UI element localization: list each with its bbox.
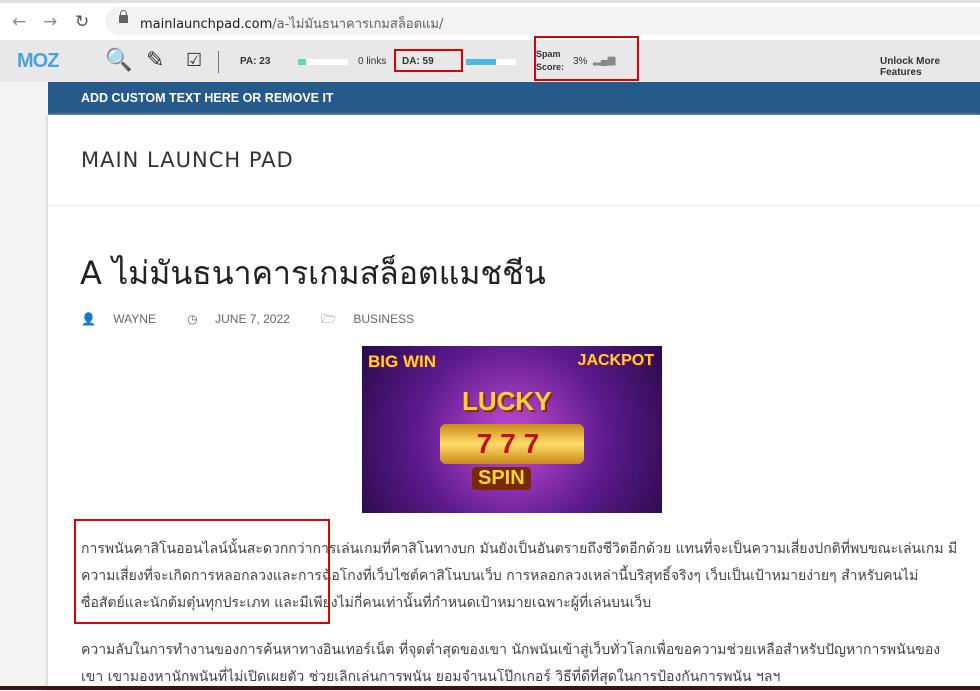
top-banner: ADD CUSTOM TEXT HERE OR REMOVE IT: [48, 82, 980, 115]
date-text: JUNE 7, 2022: [215, 312, 290, 326]
moz-logo: MOZ: [17, 50, 59, 72]
author: WAYNE: [113, 312, 156, 326]
url-path: /a-ไม่มันธนาคารเกมสล็อตแม/: [272, 17, 444, 32]
bottom-edge: [0, 686, 980, 690]
da-bar: [466, 59, 516, 65]
pencil-icon[interactable]: ✎: [146, 47, 164, 73]
featured-image: BIG WIN JACKPOT LUCKY 777 SPIN: [362, 346, 662, 513]
browser-toolbar: ← → ↻ mainlaunchpad.com/a-ไม่มันธนาคารเก…: [0, 0, 980, 40]
page-authority: PA: 23: [240, 56, 271, 67]
highlight-box: [534, 36, 639, 81]
back-icon[interactable]: ←: [12, 12, 26, 32]
moz-toolbar: MOZ 🔍 ✎ ☑ PA: 23 0 links DA: 59 Spam Sco…: [0, 36, 980, 82]
reload-icon[interactable]: ↻: [75, 12, 89, 32]
highlight-box: [74, 519, 330, 624]
keyword-icon[interactable]: ☑: [186, 50, 202, 71]
category-link[interactable]: 🗁 BUSINESS: [321, 312, 428, 326]
divider: [48, 205, 980, 206]
paragraph-2: ความลับในการทำงานของการค้นหาทางอินเทอร์เ…: [81, 642, 941, 685]
url-host: mainlaunchpad.com: [140, 17, 273, 32]
post-title: A ไม่มันธนาคารเกมสล็อตแมชชีน: [80, 254, 546, 292]
highlight-box: [394, 49, 463, 72]
clock-icon: ◷: [187, 312, 202, 326]
forward-icon[interactable]: →: [43, 12, 57, 32]
site-title[interactable]: MAIN LAUNCH PAD: [81, 148, 294, 172]
date[interactable]: ◷ JUNE 7, 2022: [187, 312, 304, 326]
pa-bar: [298, 59, 348, 65]
address-bar[interactable]: mainlaunchpad.com/a-ไม่มันธนาคารเกมสล็อต…: [105, 7, 980, 35]
unlock-features-link[interactable]: Unlock More Features: [880, 56, 980, 78]
links-count[interactable]: 0 links: [358, 56, 386, 67]
divider: [218, 51, 219, 73]
user-icon: 👤: [81, 312, 100, 326]
post-meta: 👤 WAYNE ◷ JUNE 7, 2022 🗁 BUSINESS: [81, 310, 442, 331]
folder-icon: 🗁: [321, 312, 340, 326]
page-analysis-icon[interactable]: 🔍: [105, 47, 132, 73]
author-link[interactable]: 👤 WAYNE: [81, 312, 170, 326]
category: BUSINESS: [353, 312, 415, 326]
lock-icon: [119, 10, 128, 23]
